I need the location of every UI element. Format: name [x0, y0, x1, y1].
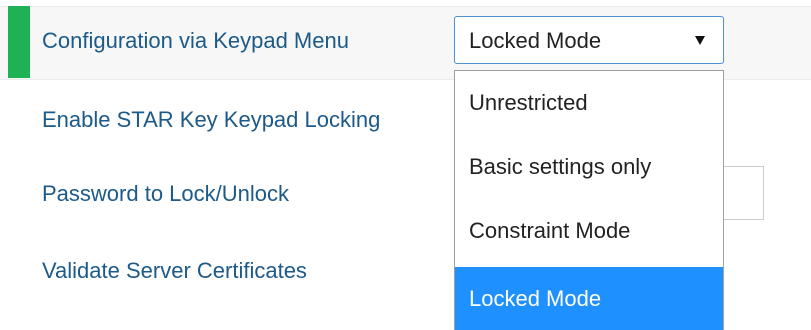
dropdown-arrow-icon [695, 36, 705, 45]
option-unrestricted[interactable]: Unrestricted [455, 71, 723, 135]
config-via-keypad-label: Configuration via Keypad Menu [42, 28, 349, 53]
enable-star-key-locking-label: Enable STAR Key Keypad Locking [42, 107, 381, 132]
keypad-menu-select[interactable]: Locked Mode [454, 16, 724, 64]
password-lock-unlock-label: Password to Lock/Unlock [42, 181, 289, 206]
validate-server-certificates-label: Validate Server Certificates [42, 258, 307, 283]
keypad-menu-select-value: Locked Mode [469, 28, 602, 53]
settings-page: Configuration via Keypad Menu Enable STA… [0, 0, 811, 330]
option-basic-settings-only[interactable]: Basic settings only [455, 135, 723, 199]
keypad-menu-dropdown-list: Unrestricted Basic settings only Constra… [454, 70, 724, 330]
active-row-accent-bar [8, 6, 30, 78]
option-locked-mode[interactable]: Locked Mode [455, 267, 723, 330]
option-constraint-mode[interactable]: Constraint Mode [455, 199, 723, 263]
